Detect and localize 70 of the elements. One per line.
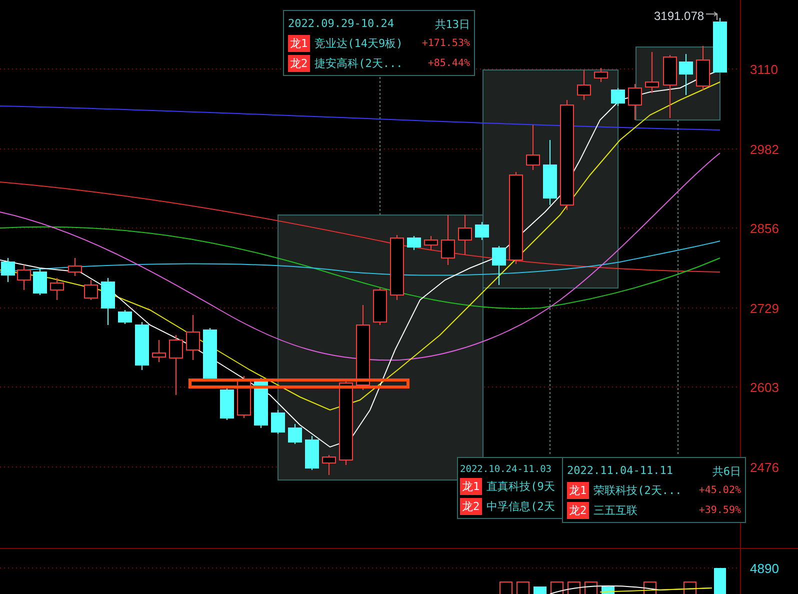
candlestick	[441, 214, 455, 266]
rank-badge: 龙1	[567, 482, 589, 499]
stock-name: 竞业达(14天9板)	[314, 36, 404, 51]
stock-name: 捷安高科(2天...	[314, 56, 404, 71]
candlestick	[68, 258, 82, 276]
percent-change: +171.53%	[422, 38, 470, 49]
percent-change: +45.02%	[698, 485, 741, 496]
percent-change: +85.44%	[428, 58, 470, 69]
candlestick	[254, 378, 268, 428]
rank-badge: 龙2	[288, 55, 310, 72]
price-axis-label: 2476	[750, 460, 779, 475]
price-axis-label: 2856	[750, 221, 779, 236]
candlestick	[373, 288, 387, 326]
price-axis-label: 2729	[750, 301, 779, 316]
arrow-icon	[706, 12, 718, 20]
price-axis-label: 2982	[750, 142, 779, 157]
candlestick	[713, 18, 727, 72]
candlestick	[203, 328, 217, 380]
candlestick	[152, 340, 166, 362]
percent-change: +39.59%	[698, 505, 741, 516]
volume-axis-label: 4890	[750, 561, 779, 576]
candlestick	[186, 314, 200, 360]
candlestick	[577, 70, 591, 100]
date-range: 2022.11.04-11.11	[567, 464, 673, 479]
candlestick	[50, 278, 64, 300]
candlestick	[458, 214, 472, 256]
stock-name: 中孚信息(2天	[486, 499, 556, 514]
rank-badge: 龙2	[567, 502, 589, 519]
candlestick	[390, 234, 404, 300]
candlestick	[33, 268, 47, 296]
rank-badge: 龙1	[460, 478, 482, 495]
volume-bar	[534, 586, 546, 594]
candlestick	[628, 84, 642, 120]
price-axis-label: 2603	[750, 380, 779, 395]
candlestick	[17, 264, 31, 290]
candlestick	[663, 54, 677, 118]
total-days: 共6日	[712, 464, 741, 479]
candlestick	[169, 334, 183, 396]
rank-badge: 龙2	[460, 498, 482, 515]
date-range: 2022.10.24-11.03	[460, 464, 552, 475]
candlestick	[407, 236, 421, 250]
candlestick	[305, 436, 319, 470]
candlestick	[679, 54, 693, 96]
candlestick	[492, 246, 506, 286]
rank-badge: 龙1	[288, 35, 310, 52]
last-price-label: 3191.078	[654, 9, 704, 23]
candlestick	[696, 46, 710, 90]
candlestick	[84, 280, 98, 300]
candlestick	[424, 236, 438, 250]
stock-name: 直真科技(9天	[486, 479, 556, 494]
volume-bar	[714, 568, 726, 594]
total-days: 共13日	[434, 17, 470, 32]
candlestick	[611, 88, 625, 106]
candlestick	[594, 68, 608, 82]
candlestick	[322, 454, 336, 476]
stock-name: 荣联科技(2天...	[594, 483, 683, 498]
candlestick	[271, 410, 285, 434]
price-axis-label: 3110	[750, 62, 778, 77]
date-range: 2022.09.29-10.24	[288, 17, 394, 32]
candlestick	[101, 278, 115, 326]
candlestick	[288, 424, 302, 444]
candlestick	[645, 52, 659, 94]
stock-name: 三五互联	[594, 503, 639, 518]
candlestick	[526, 124, 540, 170]
candlestick	[543, 140, 557, 206]
candlestick	[118, 310, 132, 324]
candlestick	[220, 388, 234, 420]
candlestick	[1, 258, 15, 282]
candlestick	[135, 322, 149, 370]
candlestick	[475, 222, 489, 240]
